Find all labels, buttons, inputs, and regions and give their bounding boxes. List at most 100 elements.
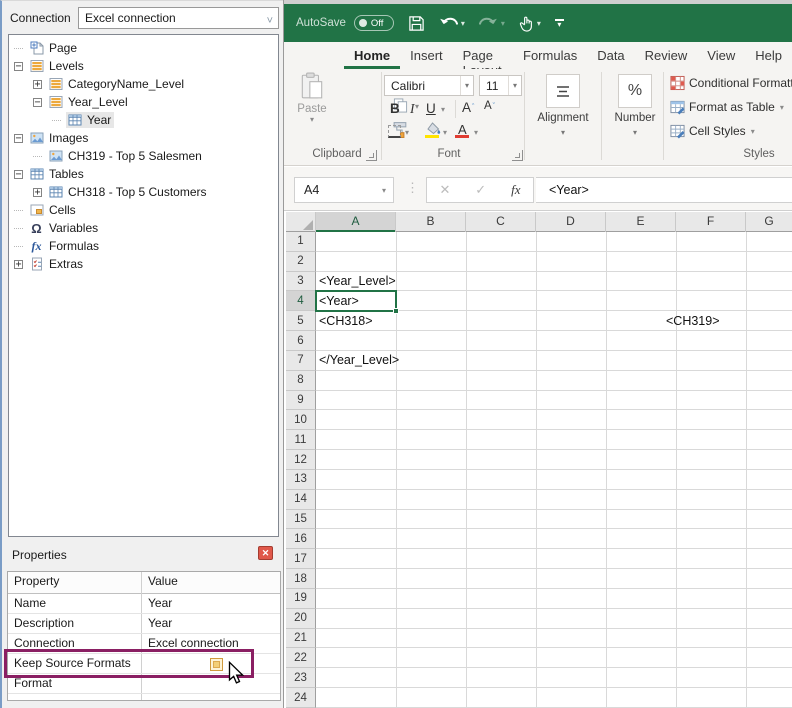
row-header-22[interactable]: 22 xyxy=(286,648,316,668)
increase-font-size-button[interactable]: Aˆ xyxy=(462,100,474,115)
cell-a3[interactable]: <Year_Level> xyxy=(319,274,396,289)
column-header-c[interactable]: C xyxy=(466,212,536,232)
expand-minus-icon[interactable]: − xyxy=(14,170,23,179)
row-header-6[interactable]: 6 xyxy=(286,331,316,351)
select-all-corner[interactable] xyxy=(286,212,316,232)
property-row-format[interactable]: Format xyxy=(8,674,280,694)
font-size-combo[interactable]: 11 ▾ xyxy=(479,75,522,96)
borders-dropdown-arrow[interactable]: ▾ xyxy=(405,128,409,137)
tree-item-ch318-top-5-customers[interactable]: +CH318 - Top 5 Customers xyxy=(9,183,277,201)
cancel-icon[interactable]: ✕ xyxy=(439,182,450,198)
insert-function-icon[interactable]: fx xyxy=(511,182,520,198)
row-header-4[interactable]: 4 xyxy=(286,291,316,311)
property-row-description[interactable]: DescriptionYear xyxy=(8,614,280,634)
property-row-connection[interactable]: ConnectionExcel connection xyxy=(8,634,280,654)
underline-dropdown-arrow[interactable]: ▾ xyxy=(441,105,445,114)
fill-handle[interactable] xyxy=(393,308,399,314)
number-format-button[interactable]: % xyxy=(618,74,652,108)
formula-input[interactable]: <Year> xyxy=(536,177,792,203)
decrease-font-size-button[interactable]: Aˇ xyxy=(484,100,495,112)
row-header-5[interactable]: 5 xyxy=(286,311,316,331)
keep-source-formats-checkbox[interactable] xyxy=(210,658,223,671)
cell-a5[interactable]: <CH318> xyxy=(319,314,373,329)
column-header-b[interactable]: B xyxy=(396,212,466,232)
property-row-keep-source-formats[interactable]: Keep Source Formats xyxy=(8,654,280,674)
row-header-9[interactable]: 9 xyxy=(286,391,316,411)
fill-color-dropdown-arrow[interactable]: ▾ xyxy=(443,128,447,137)
tree-item-categoryname-level[interactable]: +CategoryName_Level xyxy=(9,75,277,93)
cell-a7[interactable]: </Year_Level> xyxy=(319,353,399,368)
number-dropdown-arrow[interactable]: ▾ xyxy=(601,128,669,137)
expand-minus-icon[interactable]: − xyxy=(14,134,23,143)
copy-dropdown-arrow[interactable]: ▾ xyxy=(415,102,419,111)
row-header-17[interactable]: 17 xyxy=(286,549,316,569)
name-box[interactable]: A4 ▾ xyxy=(294,177,394,203)
fill-color-button[interactable] xyxy=(425,122,441,135)
tree-item-ch319-top-5-salesmen[interactable]: CH319 - Top 5 Salesmen xyxy=(9,147,277,165)
expand-minus-icon[interactable]: − xyxy=(33,98,42,107)
tree-item-tables[interactable]: −Tables xyxy=(9,165,277,183)
row-header-14[interactable]: 14 xyxy=(286,490,316,510)
row-header-1[interactable]: 1 xyxy=(286,232,316,252)
column-header-d[interactable]: D xyxy=(536,212,606,232)
touch-mode-dropdown-arrow[interactable]: ▾ xyxy=(537,19,541,28)
row-header-21[interactable]: 21 xyxy=(286,629,316,649)
row-header-8[interactable]: 8 xyxy=(286,371,316,391)
row-header-24[interactable]: 24 xyxy=(286,688,316,708)
expand-plus-icon[interactable]: + xyxy=(33,80,42,89)
row-header-15[interactable]: 15 xyxy=(286,510,316,530)
underline-button[interactable]: U xyxy=(426,101,436,116)
tree-item-formulas[interactable]: fxFormulas xyxy=(9,237,277,255)
expand-plus-icon[interactable]: + xyxy=(14,260,23,269)
row-header-12[interactable]: 12 xyxy=(286,450,316,470)
row-header-11[interactable]: 11 xyxy=(286,430,316,450)
redo-button[interactable]: ▾ xyxy=(479,16,505,31)
conditional-formatting-button[interactable]: Conditional Formatting xyxy=(670,73,792,93)
tab-help[interactable]: Help xyxy=(745,42,792,69)
tree-item-levels[interactable]: −Levels xyxy=(9,57,277,75)
tab-view[interactable]: View xyxy=(697,42,745,69)
worksheet-grid[interactable]: ABCDEFG 12345678910111213141516171819202… xyxy=(286,212,792,708)
font-dialog-launcher-icon[interactable] xyxy=(512,150,523,161)
row-header-18[interactable]: 18 xyxy=(286,569,316,589)
formula-bar-grip[interactable]: ⋮ xyxy=(406,180,419,196)
expand-minus-icon[interactable]: − xyxy=(14,62,23,71)
cell-styles-button[interactable]: Cell Styles▾ xyxy=(670,121,755,141)
cell-f5[interactable]: <CH319> xyxy=(666,314,720,329)
connection-dropdown[interactable]: Excel connection ˅ xyxy=(78,7,279,29)
tab-formulas[interactable]: Formulas xyxy=(513,42,587,69)
paste-button[interactable]: Paste ▾ xyxy=(292,72,332,148)
row-header-2[interactable]: 2 xyxy=(286,252,316,272)
tree-item-year-level[interactable]: −Year_Level xyxy=(9,93,277,111)
font-color-dropdown-arrow[interactable]: ▾ xyxy=(474,128,478,137)
redo-dropdown-arrow[interactable]: ▾ xyxy=(501,19,505,28)
tree-item-images[interactable]: −Images xyxy=(9,129,277,147)
tab-data[interactable]: Data xyxy=(587,42,634,69)
save-button[interactable] xyxy=(408,15,425,32)
italic-button[interactable]: I xyxy=(410,101,415,117)
column-header-f[interactable]: F xyxy=(676,212,746,232)
undo-button[interactable]: ▾ xyxy=(439,16,465,31)
row-header-3[interactable]: 3 xyxy=(286,272,316,292)
enter-icon[interactable]: ✓ xyxy=(475,182,486,198)
tree-item-cells[interactable]: Cells xyxy=(9,201,277,219)
tab-home[interactable]: Home xyxy=(344,42,400,69)
bold-button[interactable]: B xyxy=(390,101,400,116)
borders-button[interactable] xyxy=(388,125,401,138)
font-name-combo[interactable]: Calibri ▾ xyxy=(384,75,474,96)
tree-item-extras[interactable]: +Extras xyxy=(9,255,277,273)
column-header-g[interactable]: G xyxy=(746,212,792,232)
property-row-name[interactable]: NameYear xyxy=(8,594,280,614)
tree-item-variables[interactable]: ΩVariables xyxy=(9,219,277,237)
row-header-23[interactable]: 23 xyxy=(286,668,316,688)
alignment-dropdown-arrow[interactable]: ▾ xyxy=(529,128,597,137)
row-header-10[interactable]: 10 xyxy=(286,410,316,430)
tree-item-page[interactable]: Page xyxy=(9,39,277,57)
format-as-table-button[interactable]: Format as Table▾ xyxy=(670,97,784,117)
row-header-16[interactable]: 16 xyxy=(286,529,316,549)
close-icon[interactable]: ✕ xyxy=(258,546,273,560)
alignment-button[interactable] xyxy=(546,74,580,108)
row-header-7[interactable]: 7 xyxy=(286,351,316,371)
tree-item-year[interactable]: Year xyxy=(9,111,277,129)
clipboard-dialog-launcher-icon[interactable] xyxy=(366,150,377,161)
